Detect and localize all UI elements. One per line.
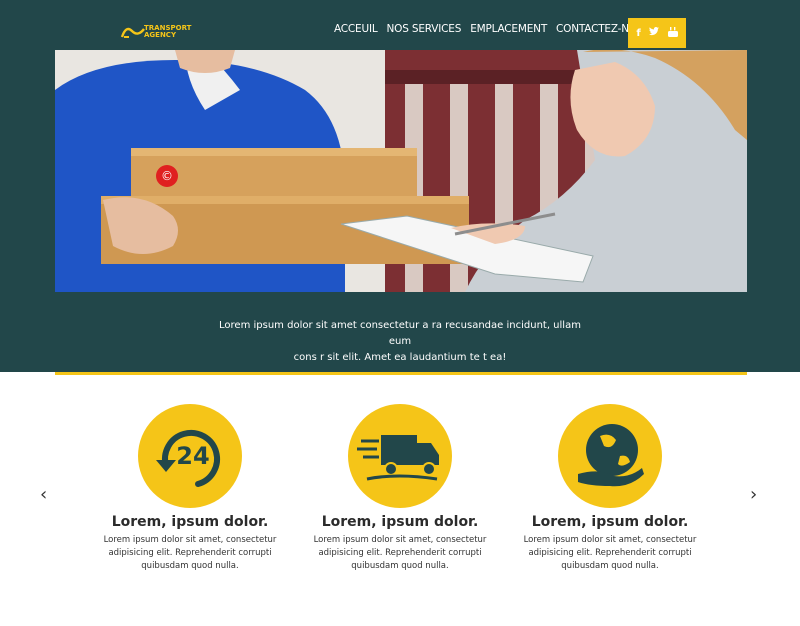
carousel-next-button[interactable]: › bbox=[750, 484, 757, 505]
24-hour-icon: 24 bbox=[156, 429, 221, 487]
feature-description: Lorem ipsum dolor sit amet, consectetur … bbox=[313, 535, 487, 571]
tagline-line-2: cons r sit elit. Amet ea laudantium te t… bbox=[293, 352, 507, 363]
feature-card: Lorem, ipsum dolor. Lorem ipsum dolor si… bbox=[510, 404, 710, 573]
feature-icon-badge bbox=[558, 404, 662, 508]
tagline-line-1: Lorem ipsum dolor sit amet consectetur a… bbox=[219, 320, 581, 347]
nav-item-accueil[interactable]: ACCEUIL bbox=[334, 23, 378, 35]
youtube-icon[interactable] bbox=[667, 26, 678, 40]
brand-logo[interactable]: TRANSPORT AGENCY bbox=[120, 23, 200, 47]
feature-title: Lorem, ipsum dolor. bbox=[531, 514, 689, 530]
svg-text:24: 24 bbox=[176, 442, 209, 470]
section-divider bbox=[55, 372, 747, 375]
navbar: TRANSPORT AGENCY ACCEUIL NOS SERVICES EM… bbox=[0, 0, 800, 50]
carousel-prev-button[interactable]: ‹ bbox=[40, 484, 47, 505]
feature-card: Lorem, ipsum dolor. Lorem ipsum dolor si… bbox=[300, 404, 500, 573]
feature-description: Lorem ipsum dolor sit amet, consectetur … bbox=[523, 535, 697, 571]
hero-tagline: Lorem ipsum dolor sit amet consectetur a… bbox=[0, 318, 800, 366]
brand-name: TRANSPORT AGENCY bbox=[144, 24, 192, 39]
hero-illustration: © bbox=[55, 50, 747, 292]
feature-description: Lorem ipsum dolor sit amet, consectetur … bbox=[103, 535, 277, 571]
feature-icon-badge bbox=[348, 404, 452, 508]
feature-title: Lorem, ipsum dolor. bbox=[321, 514, 479, 530]
header-section: TRANSPORT AGENCY ACCEUIL NOS SERVICES EM… bbox=[0, 0, 800, 372]
feature-card: 24 Lorem, ipsum dolor. Lorem ipsum dolor… bbox=[90, 404, 290, 573]
svg-text:©: © bbox=[161, 169, 173, 183]
nav-item-services[interactable]: NOS SERVICES bbox=[387, 23, 462, 35]
globe-hand-icon bbox=[578, 424, 644, 487]
social-links: f bbox=[628, 18, 686, 48]
feature-title: Lorem, ipsum dolor. bbox=[111, 514, 269, 530]
nav-item-emplacement[interactable]: EMPLACEMENT bbox=[470, 23, 547, 35]
delivery-truck-icon bbox=[357, 435, 439, 481]
hero-image: © bbox=[55, 50, 747, 292]
feature-icon-badge: 24 bbox=[138, 404, 242, 508]
main-menu: ACCEUIL NOS SERVICES EMPLACEMENT CONTACT… bbox=[334, 23, 661, 35]
logo-icon bbox=[120, 27, 145, 38]
twitter-icon[interactable] bbox=[649, 27, 660, 39]
facebook-icon[interactable]: f bbox=[636, 28, 640, 39]
